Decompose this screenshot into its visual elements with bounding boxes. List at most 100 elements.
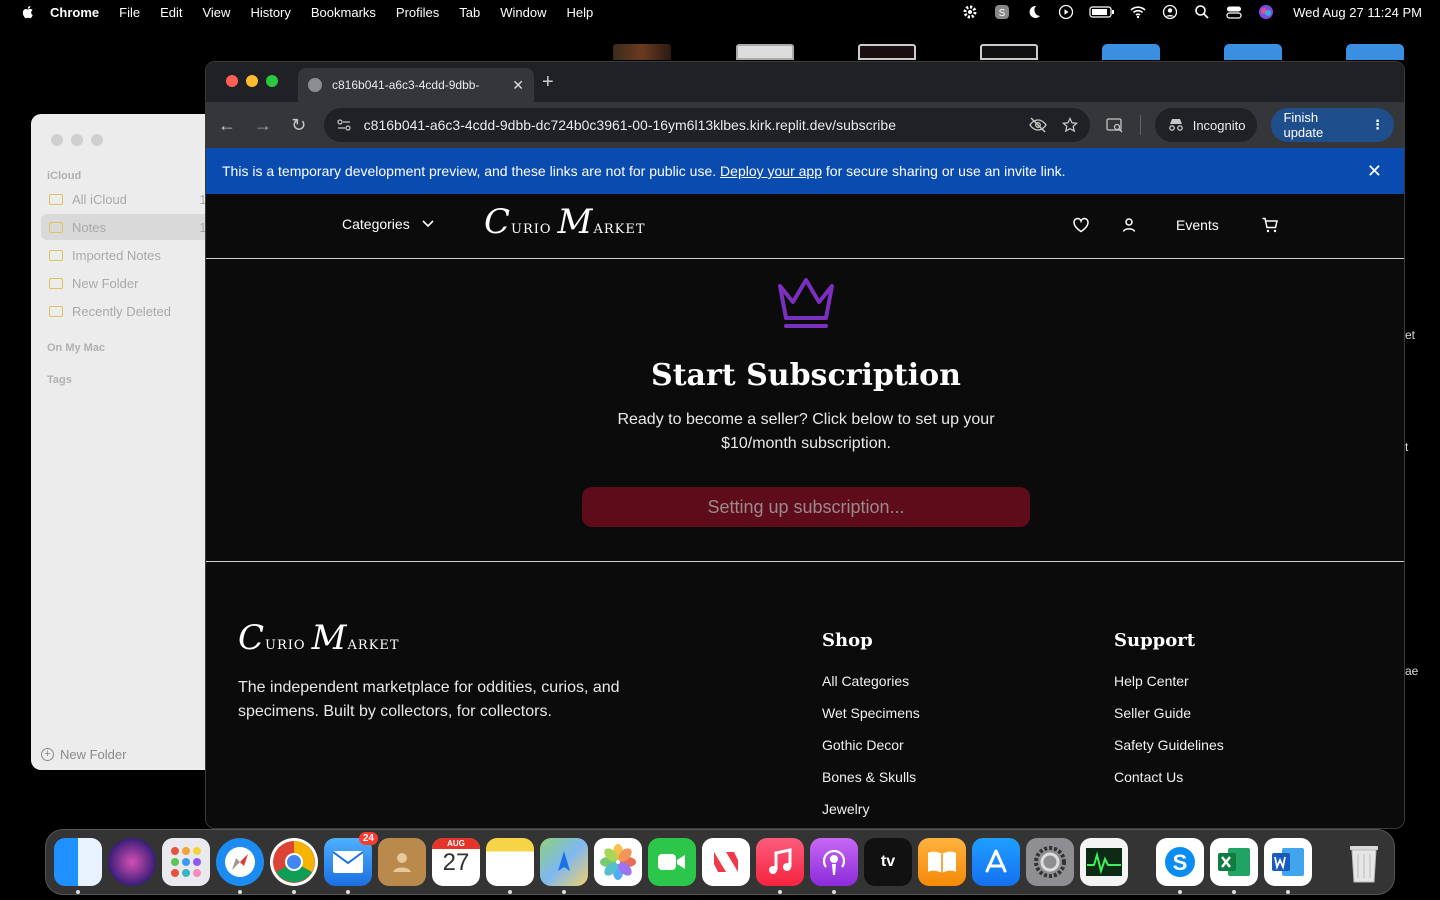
- menu-history[interactable]: History: [250, 5, 290, 20]
- footer-link-seller-guide[interactable]: Seller Guide: [1114, 705, 1224, 737]
- back-arrow-icon[interactable]: ←: [216, 114, 238, 136]
- sidebar-item-new-folder[interactable]: New Folder 0: [41, 270, 221, 296]
- notes-app-icon[interactable]: [486, 838, 534, 894]
- skype-status-icon[interactable]: S: [993, 4, 1011, 20]
- new-tab-button[interactable]: +: [542, 71, 554, 94]
- skype-icon[interactable]: S: [1156, 838, 1204, 894]
- sidebar-item-recently-deleted[interactable]: Recently Deleted 6: [41, 298, 221, 324]
- footer-link-contact-us[interactable]: Contact Us: [1114, 769, 1224, 801]
- word-icon[interactable]: [1264, 838, 1312, 894]
- desktop-screenshot-thumbnail[interactable]: [736, 44, 794, 60]
- siri-app-icon[interactable]: [108, 838, 156, 886]
- desktop-file-label[interactable]: et: [1405, 328, 1415, 342]
- start-subscription-button[interactable]: Setting up subscription...: [582, 487, 1030, 527]
- footer-link-all-categories[interactable]: All Categories: [822, 673, 920, 705]
- menu-profiles[interactable]: Profiles: [396, 5, 439, 20]
- site-settings-icon[interactable]: [334, 115, 354, 135]
- mail-icon[interactable]: 24: [324, 832, 378, 894]
- sidebar-item-all-icloud[interactable]: All iCloud 190: [41, 186, 221, 212]
- close-window-button[interactable]: [226, 75, 238, 87]
- eye-slash-icon[interactable]: [1028, 115, 1048, 135]
- zoom-window-button[interactable]: [266, 75, 278, 87]
- desktop-folder-icon[interactable]: [1224, 44, 1282, 60]
- desktop-screenshot-thumbnail[interactable]: [980, 44, 1038, 60]
- control-center-icon[interactable]: [1225, 4, 1243, 20]
- desktop-photo-thumbnail[interactable]: [613, 44, 671, 60]
- safari-icon[interactable]: [216, 838, 264, 894]
- sidebar-section-on-my-mac[interactable]: On My Mac: [47, 342, 105, 354]
- app-store-icon[interactable]: [972, 838, 1020, 886]
- menu-view[interactable]: View: [202, 5, 230, 20]
- close-button[interactable]: [51, 134, 63, 146]
- footer-link-help-center[interactable]: Help Center: [1114, 673, 1224, 705]
- desktop-folder-icon[interactable]: [1346, 44, 1404, 60]
- footer-logo[interactable]: Curio Market: [238, 618, 400, 658]
- desktop-file-label[interactable]: t: [1405, 440, 1408, 454]
- menu-tab[interactable]: Tab: [459, 5, 480, 20]
- site-logo[interactable]: Curio Market: [484, 202, 646, 242]
- calendar-icon[interactable]: AUG 27: [432, 838, 480, 886]
- user-icon[interactable]: [1120, 216, 1138, 234]
- footer-link-safety-guidelines[interactable]: Safety Guidelines: [1114, 737, 1224, 769]
- moon-icon[interactable]: [1025, 4, 1043, 20]
- categories-dropdown[interactable]: Categories: [342, 216, 434, 232]
- footer-link-jewelry[interactable]: Jewelry: [822, 801, 920, 828]
- forward-arrow-icon[interactable]: →: [252, 114, 274, 136]
- activity-monitor-icon[interactable]: [1080, 838, 1128, 886]
- bookmark-star-icon[interactable]: [1060, 115, 1080, 135]
- trash-icon[interactable]: [1340, 838, 1388, 886]
- more-vertical-icon[interactable]: ⋮: [1371, 117, 1384, 133]
- books-icon[interactable]: [918, 838, 966, 886]
- menu-clock[interactable]: Wed Aug 27 11:24 PM: [1293, 5, 1422, 20]
- finder-icon[interactable]: [54, 838, 102, 894]
- shopping-cart-icon[interactable]: [1261, 216, 1279, 234]
- deploy-app-link[interactable]: Deploy your app: [720, 163, 822, 179]
- zoom-button[interactable]: [91, 134, 103, 146]
- sidebar-item-imported-notes[interactable]: Imported Notes 0: [41, 242, 221, 268]
- system-settings-icon[interactable]: [1026, 838, 1074, 886]
- address-bar[interactable]: c816b041-a6c3-4cdd-9dbb-dc724b0c3961-00-…: [323, 108, 1090, 142]
- menu-bookmarks[interactable]: Bookmarks: [311, 5, 376, 20]
- tab-search-icon[interactable]: [1104, 114, 1126, 136]
- gear-icon[interactable]: [961, 4, 979, 20]
- menu-help[interactable]: Help: [567, 5, 594, 20]
- podcasts-icon[interactable]: [810, 838, 858, 894]
- url-text[interactable]: c816b041-a6c3-4cdd-9dbb-dc724b0c3961-00-…: [364, 117, 1016, 133]
- news-icon[interactable]: [702, 838, 750, 886]
- new-folder-button[interactable]: + New Folder: [41, 747, 126, 762]
- menu-app-chrome[interactable]: Chrome: [50, 5, 99, 20]
- close-tab-icon[interactable]: ✕: [512, 77, 524, 94]
- footer-link-gothic-decor[interactable]: Gothic Decor: [822, 737, 920, 769]
- facetime-icon[interactable]: [648, 838, 696, 886]
- heart-icon[interactable]: [1072, 216, 1090, 234]
- sidebar-section-tags[interactable]: Tags: [47, 374, 72, 386]
- incognito-indicator[interactable]: Incognito: [1154, 108, 1258, 142]
- desktop-file-label[interactable]: ae: [1405, 664, 1418, 678]
- siri-icon[interactable]: [1257, 4, 1275, 20]
- music-icon[interactable]: [756, 838, 804, 894]
- finish-update-button[interactable]: Finish update ⋮: [1271, 108, 1395, 142]
- chrome-icon[interactable]: [270, 838, 318, 894]
- footer-link-wet-specimens[interactable]: Wet Specimens: [822, 705, 920, 737]
- events-link[interactable]: Events: [1176, 217, 1219, 233]
- apple-menu-icon[interactable]: [20, 4, 36, 20]
- photos-icon[interactable]: [594, 838, 642, 886]
- battery-icon[interactable]: [1089, 4, 1115, 20]
- wifi-icon[interactable]: [1129, 4, 1147, 20]
- minimize-button[interactable]: [71, 134, 83, 146]
- reload-icon[interactable]: ↻: [288, 114, 310, 136]
- footer-link-bones-skulls[interactable]: Bones & Skulls: [822, 769, 920, 801]
- tab-active[interactable]: c816b041-a6c3-4cdd-9dbb- ✕: [298, 68, 534, 102]
- excel-icon[interactable]: [1210, 838, 1258, 894]
- desktop-folder-icon[interactable]: [1102, 44, 1160, 60]
- menu-window[interactable]: Window: [500, 5, 546, 20]
- menu-edit[interactable]: Edit: [160, 5, 182, 20]
- apple-tv-icon[interactable]: tv: [864, 838, 912, 886]
- minimize-window-button[interactable]: [246, 75, 258, 87]
- spotlight-search-icon[interactable]: [1193, 4, 1211, 20]
- menu-file[interactable]: File: [119, 5, 140, 20]
- play-icon[interactable]: [1057, 4, 1075, 20]
- contacts-icon[interactable]: [378, 838, 426, 886]
- launchpad-icon[interactable]: [162, 838, 210, 886]
- maps-icon[interactable]: [540, 838, 588, 894]
